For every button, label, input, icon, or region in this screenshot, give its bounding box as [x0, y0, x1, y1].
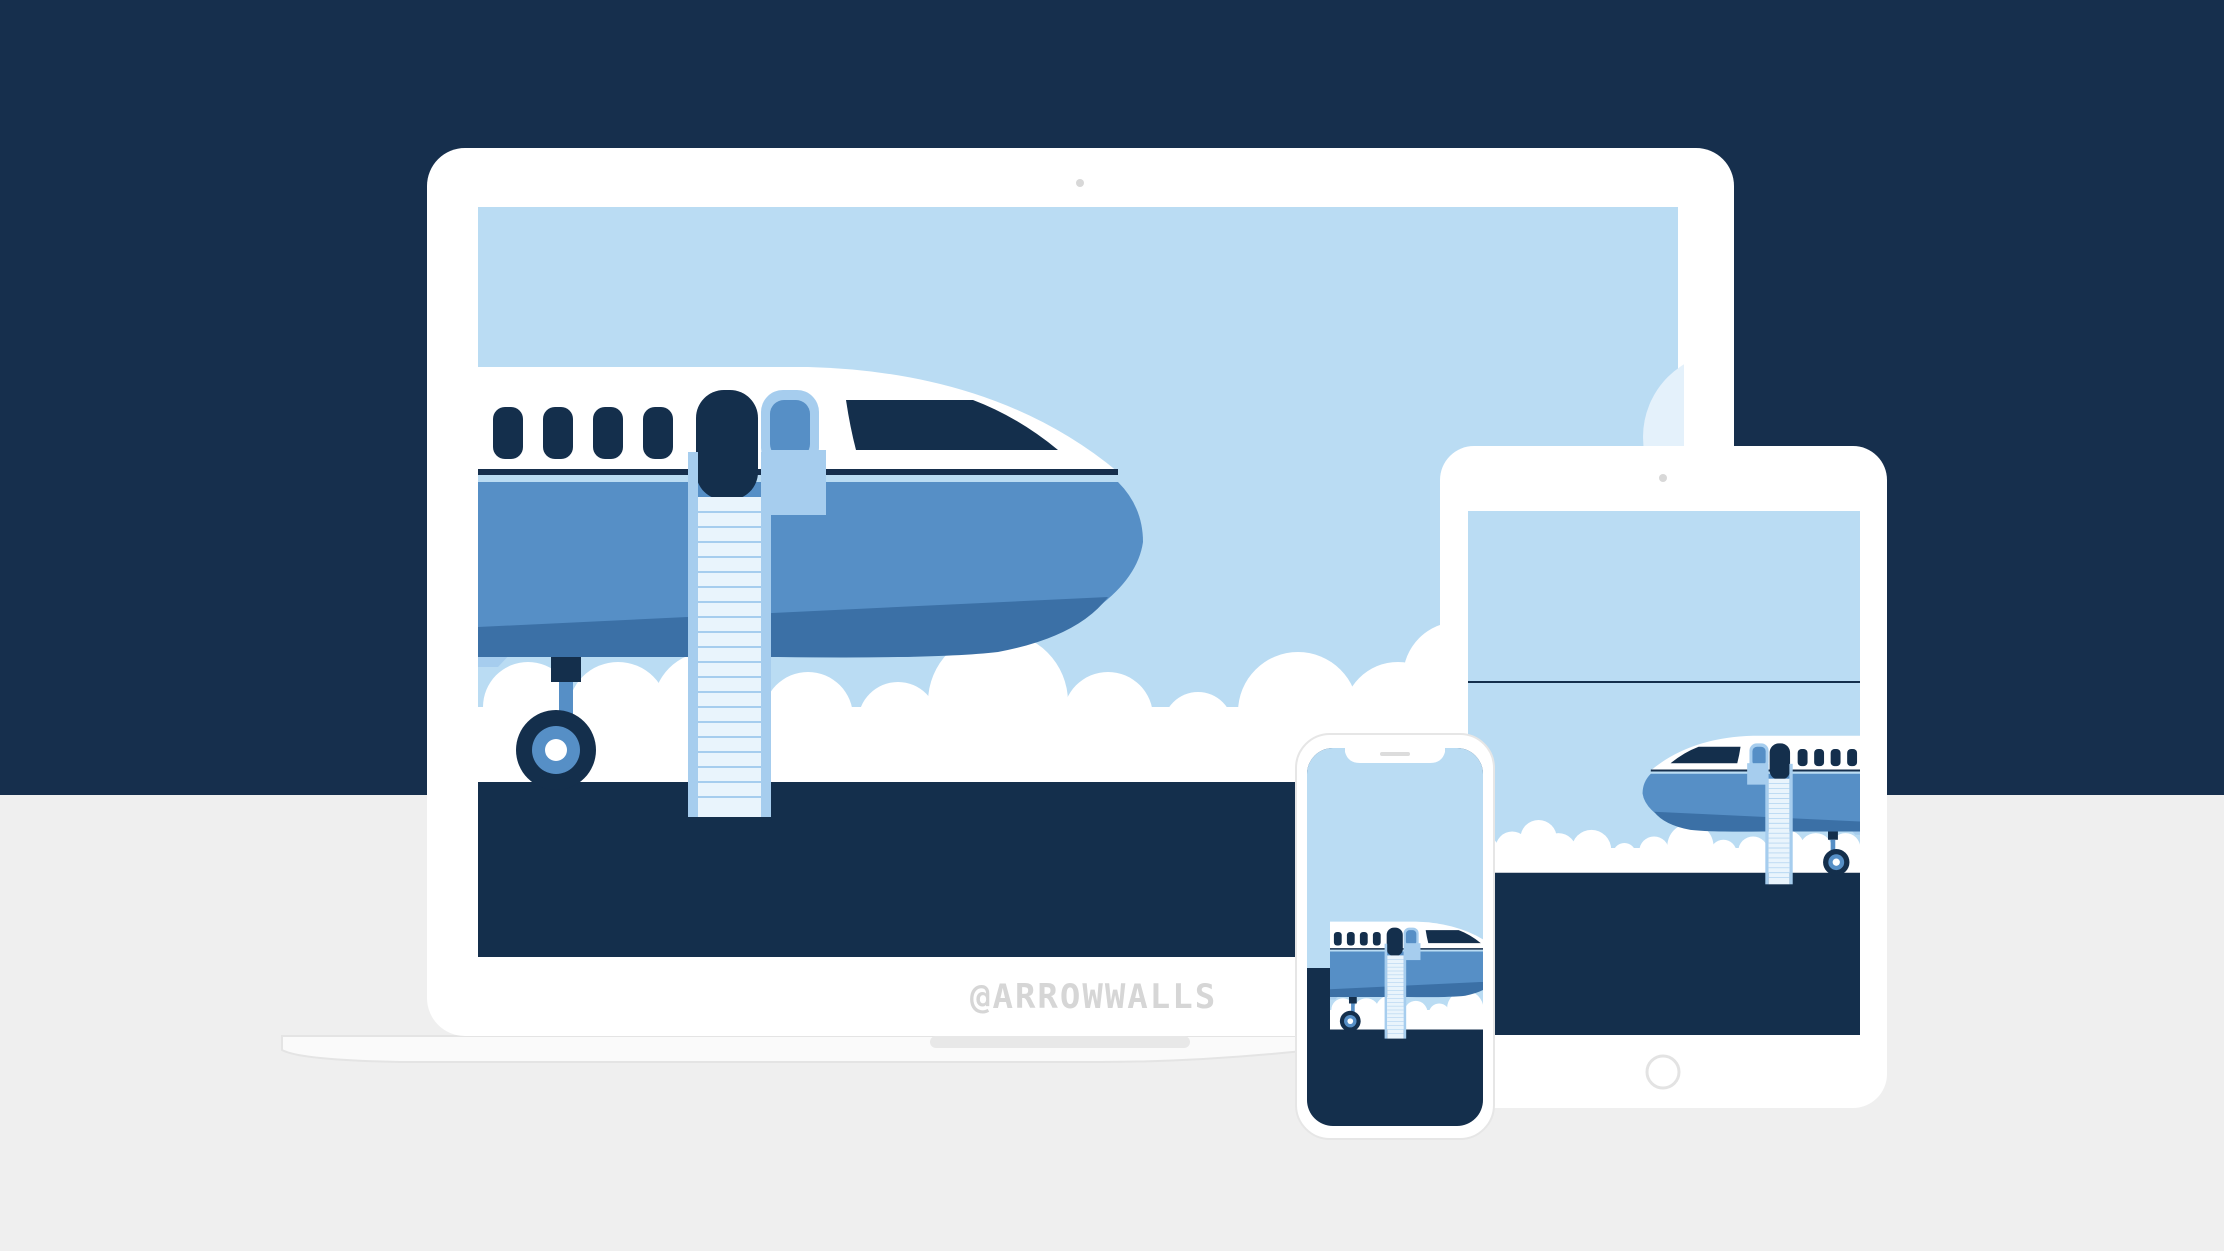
device-mockup-scene: [281, 148, 1887, 1140]
tablet-home-button: [1645, 1054, 1681, 1090]
watermark: @ARROWWALLS: [970, 977, 1218, 1017]
laptop-camera: [1076, 179, 1084, 187]
phone-speaker: [1380, 752, 1410, 756]
laptop-hinge-notch: [930, 1036, 1190, 1048]
tablet-camera: [1659, 474, 1667, 482]
